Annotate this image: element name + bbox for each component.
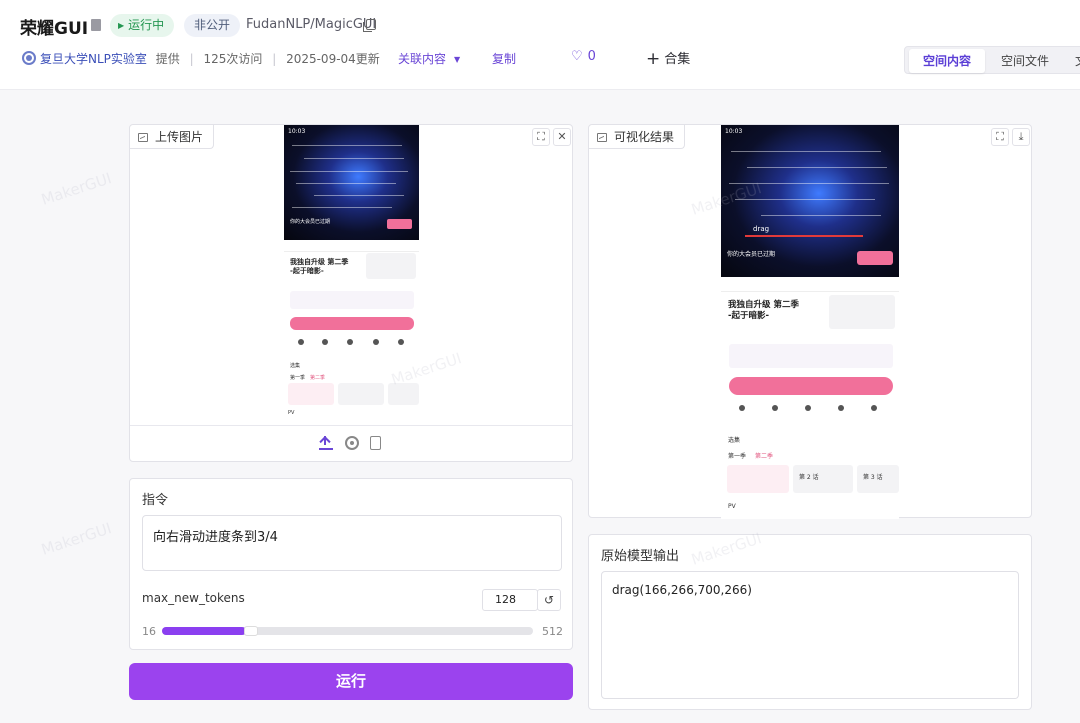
collection-label: 合集 [664,52,691,67]
slider-min-label: 16 [142,625,156,638]
tab-space-content[interactable]: 空间内容 [909,49,986,73]
org-icon [22,51,36,65]
instruction-label: 指令 [142,493,169,508]
download-icon[interactable]: ⤓ [1012,128,1030,146]
season-2-label: 第二季 [755,453,774,460]
max-new-tokens-label: max_new_tokens [142,591,245,605]
plus-icon: + [646,49,661,69]
visualization-result-label-text: 可视化结果 [614,130,675,144]
caret-down-icon: ▼ [454,55,461,64]
play-icon: ▶ [118,21,125,30]
watermark: MakerGUI [38,169,114,209]
slider-fill [162,627,246,635]
member-expired-text: 你的大会员已过期 [727,251,776,258]
copy-icon[interactable] [363,19,376,32]
episode-3-label: 第 3 话 [863,474,883,481]
show-title-line2: -起于暗影- [290,267,324,275]
run-button[interactable]: 运行 [129,663,573,700]
phone-status-time: 10:03 [725,128,743,135]
raw-output-box[interactable]: drag(166,266,700,266) [601,571,1019,699]
upload-toolbar [130,425,572,461]
instruction-input[interactable]: 向右滑动进度条到3/4 [142,515,562,571]
member-expired-text: 你的大会员已过期 [290,219,331,225]
close-icon[interactable]: ✕ [553,128,571,146]
upload-icon[interactable] [319,436,333,450]
image-icon [597,133,607,142]
fullscreen-icon[interactable]: ⛶ [991,128,1009,146]
season-1-label: 第一季 [290,375,306,381]
add-to-collection-button[interactable]: + 合集 [646,48,690,69]
promo-banner [290,317,414,330]
watermark: MakerGUI [38,519,114,559]
repo-path: FudanNLP/MagicGUI [246,17,377,32]
renew-button [857,251,893,265]
drag-arrow [745,235,863,237]
drag-annotation: drag [753,225,770,233]
tab-space-files[interactable]: 空间文件 [987,49,1063,73]
pv-label: PV [288,410,295,415]
related-content-label: 关联内容 [398,52,447,66]
show-title-line1: 我独自升级 第二季 [290,258,349,266]
raw-output-panel: 原始模型输出 drag(166,266,700,266) [588,534,1032,710]
max-new-tokens-input[interactable]: 128 [482,589,538,611]
renew-button [387,219,412,229]
promo-banner [729,377,893,395]
upload-image-panel: 上传图片 ⛶ ✕ 10:03 你的大会员已过期 我独自升级 第二季 -起于暗影-… [129,124,573,462]
slider-max-label: 512 [542,625,563,638]
related-content-dropdown[interactable]: 关联内容 ▼ [398,50,460,67]
provided-text: 提供 [155,52,180,66]
space-tabs: 空间内容 空间文件 文 [904,46,1080,74]
clipboard-icon[interactable] [370,436,381,450]
like-count: 0 [587,49,596,64]
show-title-line1: 我独自升级 第二季 [728,300,799,310]
instruction-panel: 指令 向右滑动进度条到3/4 max_new_tokens 128 ↺ 16 5… [129,478,573,650]
page-header: 荣耀GUI ▶ 运行中 非公开 FudanNLP/MagicGUI 复旦大学NLP… [0,0,1080,90]
visualization-result-label: 可视化结果 [589,125,686,149]
org-link[interactable]: 复旦大学NLP实验室 [40,52,147,66]
upload-image-label-text: 上传图片 [155,130,204,144]
max-new-tokens-slider[interactable] [162,626,533,636]
copy-space-button[interactable]: 复制 [492,50,516,67]
slider-thumb[interactable] [243,626,258,636]
webcam-icon[interactable] [345,436,359,450]
season-2-label: 第二季 [310,375,326,381]
episode-select-label: 选集 [290,363,301,369]
updated-date: 2025-09-04更新 [286,52,380,66]
image-icon [138,133,148,142]
upload-image-label: 上传图片 [130,125,215,149]
tab-more[interactable]: 文 [1061,49,1080,73]
visit-count: 125次访问 [203,52,263,66]
episode-select-label: 选集 [728,437,741,444]
reset-button[interactable]: ↺ [537,589,561,611]
season-1-label: 第一季 [728,453,747,460]
page-title: 荣耀GUI [20,19,89,39]
visibility-badge: 非公开 [184,14,241,37]
visualization-result-panel: 可视化结果 ⛶ ⤓ 10:03 drag 你的大会员已过期 我独自升级 第二季 … [588,124,1032,519]
like-button[interactable]: ♡ 0 [571,49,596,64]
space-meta: 复旦大学NLP实验室 提供 | 125次访问 | 2025-09-04更新 [40,52,380,66]
heart-icon: ♡ [571,49,583,64]
show-title-line2: -起于暗影- [728,311,770,321]
pv-label: PV [728,503,736,510]
raw-output-label: 原始模型输出 [601,549,680,564]
status-badge-label: 运行中 [128,18,165,32]
status-badge: ▶ 运行中 [110,14,175,37]
phone-status-time: 10:03 [288,128,306,135]
info-icon[interactable] [91,19,101,31]
episode-2-label: 第 2 话 [799,474,819,481]
fullscreen-icon[interactable]: ⛶ [532,128,550,146]
